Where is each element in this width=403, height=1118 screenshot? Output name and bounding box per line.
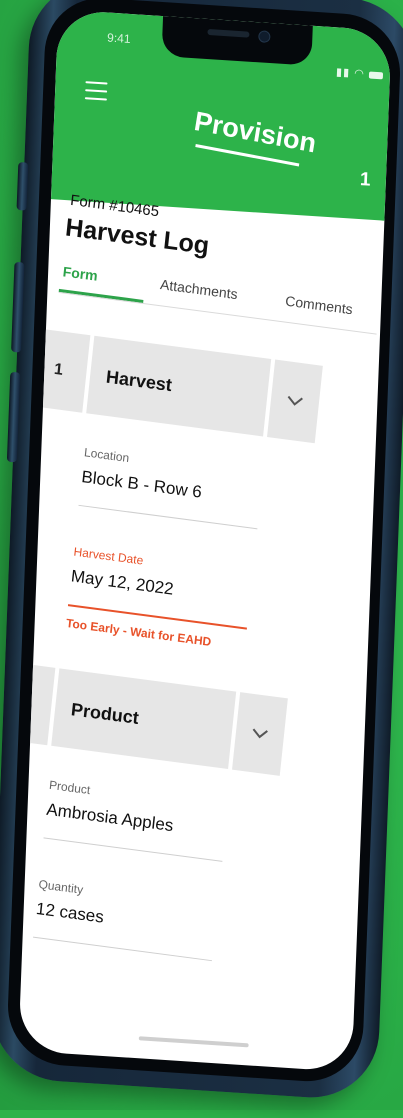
chevron-down-icon bbox=[252, 728, 268, 739]
field-label-harvest-date: Harvest Date bbox=[72, 544, 144, 568]
notification-count[interactable]: 1 bbox=[360, 169, 371, 192]
status-time: 9:41 bbox=[106, 30, 131, 46]
expand-product-button[interactable] bbox=[232, 692, 288, 776]
tab-attachments[interactable]: Attachments bbox=[159, 276, 238, 302]
phone-device: 9:41 ▮▮ ◠ Provision 1 Form #10465 Harves… bbox=[0, 0, 403, 1117]
field-product[interactable]: Ambrosia Apples bbox=[45, 800, 175, 837]
front-camera-icon bbox=[258, 30, 271, 44]
tab-comments[interactable]: Comments bbox=[285, 293, 354, 318]
field-underline bbox=[33, 936, 212, 962]
tab-form[interactable]: Form bbox=[62, 263, 98, 283]
page-title: Harvest Log bbox=[64, 213, 211, 261]
field-location[interactable]: Block B - Row 6 bbox=[80, 467, 203, 503]
volume-up-button bbox=[11, 261, 25, 353]
chevron-down-icon bbox=[287, 395, 303, 406]
field-label-product: Product bbox=[48, 777, 91, 798]
home-indicator[interactable] bbox=[138, 1036, 249, 1048]
phone-screen: 9:41 ▮▮ ◠ Provision 1 Form #10465 Harves… bbox=[18, 9, 392, 1073]
field-underline bbox=[43, 837, 223, 862]
mute-switch bbox=[16, 161, 29, 211]
battery-icon bbox=[368, 71, 383, 79]
brand-title: Provision bbox=[192, 106, 319, 159]
field-label-location: Location bbox=[83, 445, 130, 466]
field-label-quantity: Quantity bbox=[37, 877, 84, 897]
field-quantity[interactable]: 12 cases bbox=[35, 899, 105, 928]
field-underline bbox=[78, 504, 258, 530]
wifi-icon: ◠ bbox=[353, 67, 366, 81]
section-header-harvest[interactable]: Harvest bbox=[86, 335, 272, 437]
volume-down-button bbox=[6, 371, 21, 463]
expand-harvest-button[interactable] bbox=[267, 359, 323, 444]
notch bbox=[161, 16, 313, 66]
section-header-product[interactable]: Product bbox=[51, 668, 237, 770]
speaker-grille bbox=[207, 28, 250, 38]
field-harvest-date[interactable]: May 12, 2022 bbox=[70, 566, 174, 599]
status-icons: ▮▮ ◠ bbox=[336, 65, 383, 81]
hamburger-menu-icon[interactable] bbox=[84, 81, 108, 101]
signal-icon: ▮▮ bbox=[335, 66, 351, 80]
app-header: 9:41 ▮▮ ◠ Provision 1 bbox=[50, 9, 392, 221]
